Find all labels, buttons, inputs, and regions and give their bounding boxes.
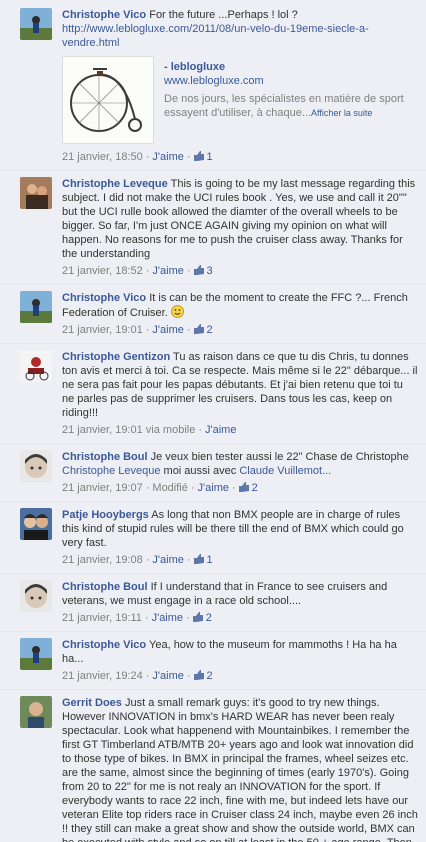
avatar[interactable] (20, 638, 52, 670)
penny-farthing-image (63, 57, 153, 143)
via-mobile-label[interactable]: via mobile (146, 424, 196, 436)
comment-link[interactable]: http://www.leblogluxe.com/2011/08/un-vel… (62, 23, 369, 49)
avatar[interactable] (20, 450, 52, 482)
thumbs-up-icon (193, 265, 204, 275)
comment-timestamp[interactable]: 21 janvier, 19:11 (62, 612, 142, 624)
like-button[interactable]: J'aime (152, 151, 183, 163)
avatar[interactable] (20, 508, 52, 540)
comment-timestamp[interactable]: 21 janvier, 19:01 (62, 324, 143, 336)
comment-timestamp[interactable]: 21 janvier, 19:07 (62, 482, 143, 494)
comment-timestamp[interactable]: 21 janvier, 18:52 (62, 265, 143, 277)
attachment-domain[interactable]: www.leblogluxe.com (164, 74, 418, 88)
comment-text: For the future ...Perhaps ! lol ? (149, 9, 298, 21)
attachment-title[interactable]: - leblogluxe (164, 60, 418, 74)
thumbs-up-icon (193, 554, 204, 564)
comment-item: Gerrit Does Just a small remark guys: it… (0, 690, 426, 842)
avatar[interactable] (20, 8, 52, 40)
like-button[interactable]: J'aime (152, 612, 183, 624)
like-count[interactable]: 1 (193, 151, 213, 163)
comment-text: This is going to be my last message rega… (62, 178, 416, 260)
mention-link[interactable]: Christophe Leveque (62, 465, 160, 477)
comment-list: Christophe Vico For the future ...Perhap… (0, 0, 426, 842)
comment-author[interactable]: Christophe Leveque (62, 178, 168, 190)
like-count[interactable]: 2 (193, 324, 213, 336)
link-attachment[interactable]: - leblogluxe www.leblogluxe.com De nos j… (62, 56, 418, 144)
avatar[interactable] (20, 580, 52, 612)
comment-item: Christophe Boul Je veux bien tester auss… (0, 444, 426, 502)
like-button[interactable]: J'aime (152, 670, 183, 682)
comment-item: Christophe Vico For the future ...Perhap… (0, 0, 426, 171)
like-count[interactable]: 2 (238, 482, 258, 494)
comment-author[interactable]: Christophe Boul (62, 581, 148, 593)
comment-author[interactable]: Christophe Vico (62, 9, 146, 21)
comment-author[interactable]: Christophe Gentizon (62, 351, 170, 363)
thumbs-up-icon (192, 612, 203, 622)
like-button[interactable]: J'aime (152, 324, 183, 336)
avatar[interactable] (20, 291, 52, 323)
comment-timestamp[interactable]: 21 janvier, 19:08 (62, 554, 143, 566)
comment-item: Christophe Boul If I understand that in … (0, 574, 426, 632)
comment-timestamp[interactable]: 21 janvier, 19:01 (62, 424, 143, 436)
comment-text: Just a small remark guys: it's good to t… (62, 697, 418, 842)
comment-item: Christophe Vico It is can be the moment … (0, 285, 426, 344)
comment-item: Christophe Gentizon Tu as raison dans ce… (0, 344, 426, 444)
like-button[interactable]: J'aime (205, 424, 236, 436)
like-button[interactable]: J'aime (152, 554, 183, 566)
avatar[interactable] (20, 177, 52, 209)
comment-item: Christophe Leveque This is going to be m… (0, 171, 426, 285)
thumbs-up-icon (238, 482, 249, 492)
comment-author[interactable]: Christophe Boul (62, 451, 148, 463)
thumbs-up-icon (193, 324, 204, 334)
like-count[interactable]: 3 (193, 265, 213, 277)
avatar[interactable] (20, 350, 52, 382)
thumbs-up-icon (193, 670, 204, 680)
like-count[interactable]: 1 (193, 554, 213, 566)
comment-timestamp[interactable]: 21 janvier, 18:50 (62, 151, 143, 163)
thumbs-up-icon (193, 151, 204, 161)
smiley-icon (170, 305, 184, 318)
comment-item: Christophe Vico Yea, how to the museum f… (0, 632, 426, 690)
comment-author[interactable]: Christophe Vico (62, 639, 146, 651)
avatar[interactable] (20, 696, 52, 728)
comment-text: Je veux bien tester aussi le 22" Chase d… (150, 451, 409, 463)
comment-author[interactable]: Gerrit Does (62, 697, 122, 709)
show-more-link[interactable]: Afficher la suite (311, 108, 372, 118)
like-count[interactable]: 2 (192, 612, 212, 624)
like-button[interactable]: J'aime (198, 482, 229, 494)
comment-author[interactable]: Christophe Vico (62, 292, 146, 304)
attachment-thumbnail[interactable] (62, 56, 154, 144)
comment-timestamp[interactable]: 21 janvier, 19:24 (62, 670, 143, 682)
like-count[interactable]: 2 (193, 670, 213, 682)
comment-item: Patje Hooybergs As long that non BMX peo… (0, 502, 426, 574)
comment-author[interactable]: Patje Hooybergs (62, 509, 149, 521)
like-button[interactable]: J'aime (152, 265, 183, 277)
mention-link[interactable]: Claude Vuillemot... (239, 465, 331, 477)
modified-label[interactable]: Modifié (152, 482, 187, 494)
comment-text-mid: moi aussi avec (163, 465, 237, 477)
